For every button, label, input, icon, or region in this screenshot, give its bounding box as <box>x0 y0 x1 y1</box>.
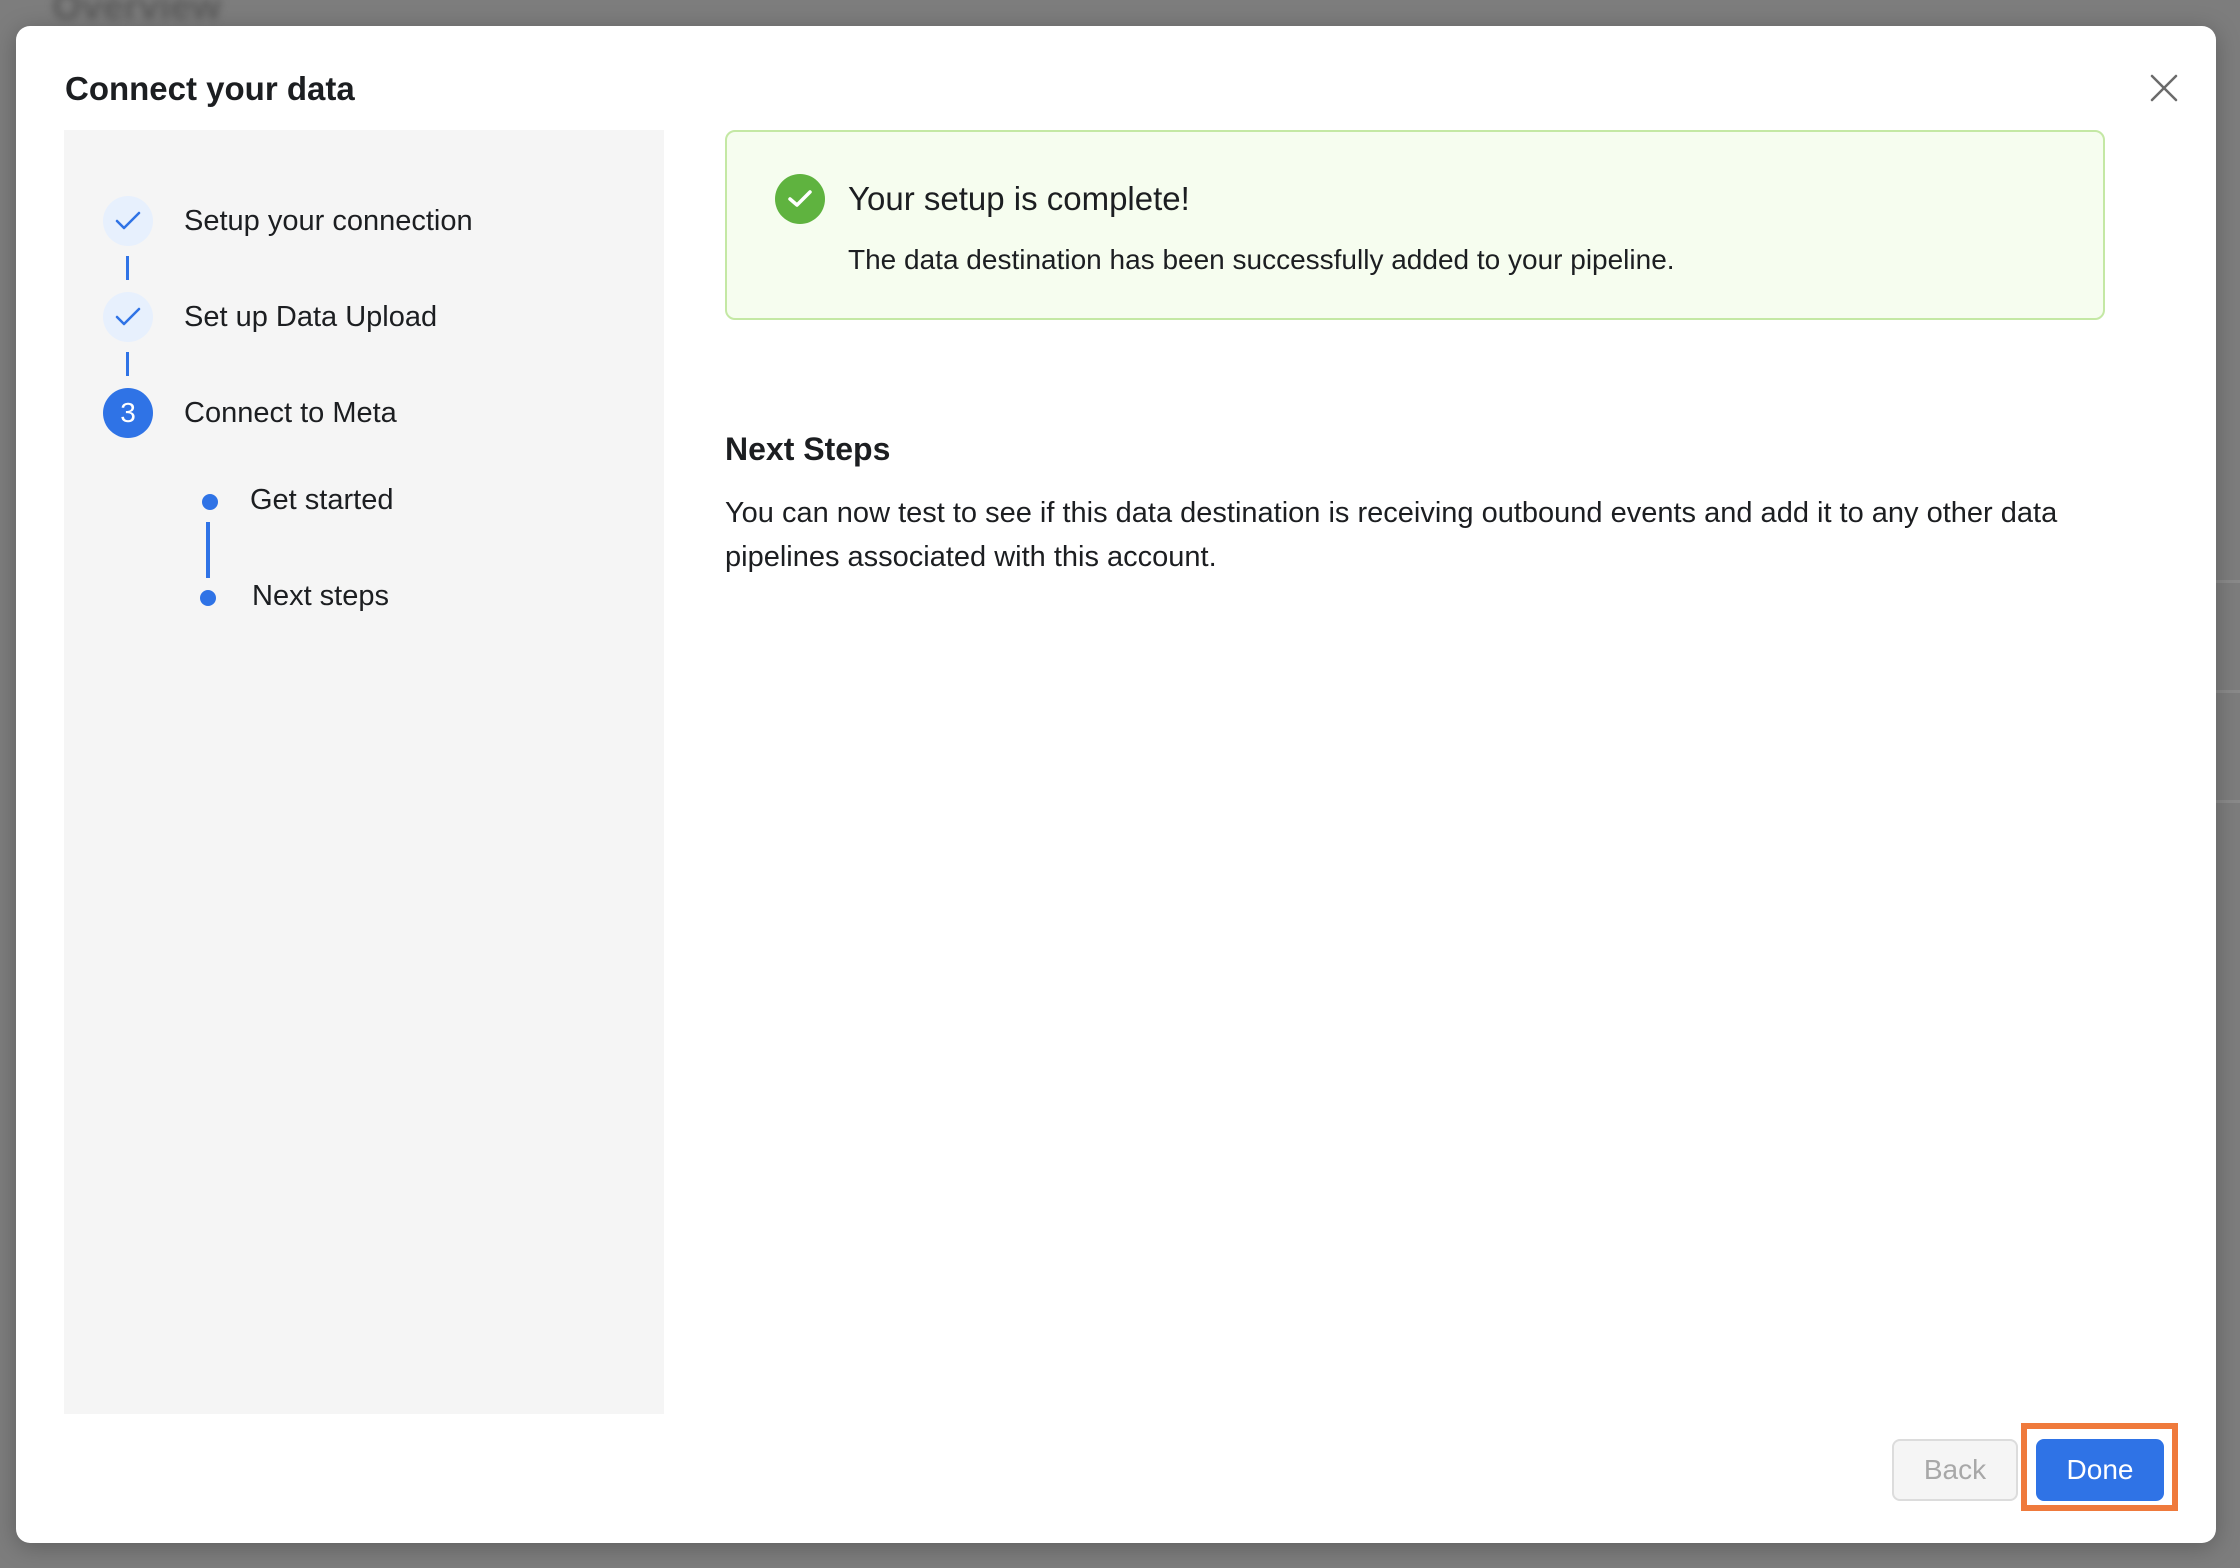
done-button[interactable]: Done <box>2036 1439 2164 1501</box>
banner-description: The data destination has been successful… <box>848 244 1675 275</box>
substep-dot <box>200 590 216 606</box>
success-banner: Your setup is complete! The data destina… <box>725 130 2105 320</box>
next-steps-heading: Next Steps <box>725 431 891 467</box>
banner-title: Your setup is complete! <box>848 180 1190 217</box>
substep-dot <box>202 494 218 510</box>
check-icon <box>788 190 812 207</box>
backdrop-divider <box>2214 690 2240 693</box>
backdrop-divider <box>2214 580 2240 583</box>
substep-get-started[interactable]: Get started <box>250 484 393 517</box>
step-connector <box>126 352 129 376</box>
connect-data-modal: Connect your data Setup your connection … <box>16 26 2216 1543</box>
backdrop-divider <box>2214 800 2240 803</box>
close-icon <box>2150 74 2178 102</box>
step-complete-indicator <box>103 196 153 246</box>
check-circle-icon <box>775 174 825 224</box>
step-label: Setup your connection <box>184 204 473 237</box>
modal-title: Connect your data <box>65 70 355 107</box>
back-button[interactable]: Back <box>1892 1439 2018 1501</box>
substep-next-steps[interactable]: Next steps <box>252 580 389 613</box>
check-icon <box>115 211 141 230</box>
step-label: Connect to Meta <box>184 396 397 429</box>
check-icon <box>115 307 141 326</box>
step-number-badge: 3 <box>103 388 153 438</box>
step-connector <box>126 256 129 280</box>
substep-connector <box>206 522 210 578</box>
next-steps-body: You can now test to see if this data des… <box>725 497 2058 573</box>
close-button[interactable] <box>2142 66 2186 110</box>
backdrop-title: Overview <box>52 0 221 28</box>
stepper-panel: Setup your connection Set up Data Upload… <box>64 130 664 1414</box>
step-complete-indicator <box>103 292 153 342</box>
step-label: Set up Data Upload <box>184 300 438 333</box>
